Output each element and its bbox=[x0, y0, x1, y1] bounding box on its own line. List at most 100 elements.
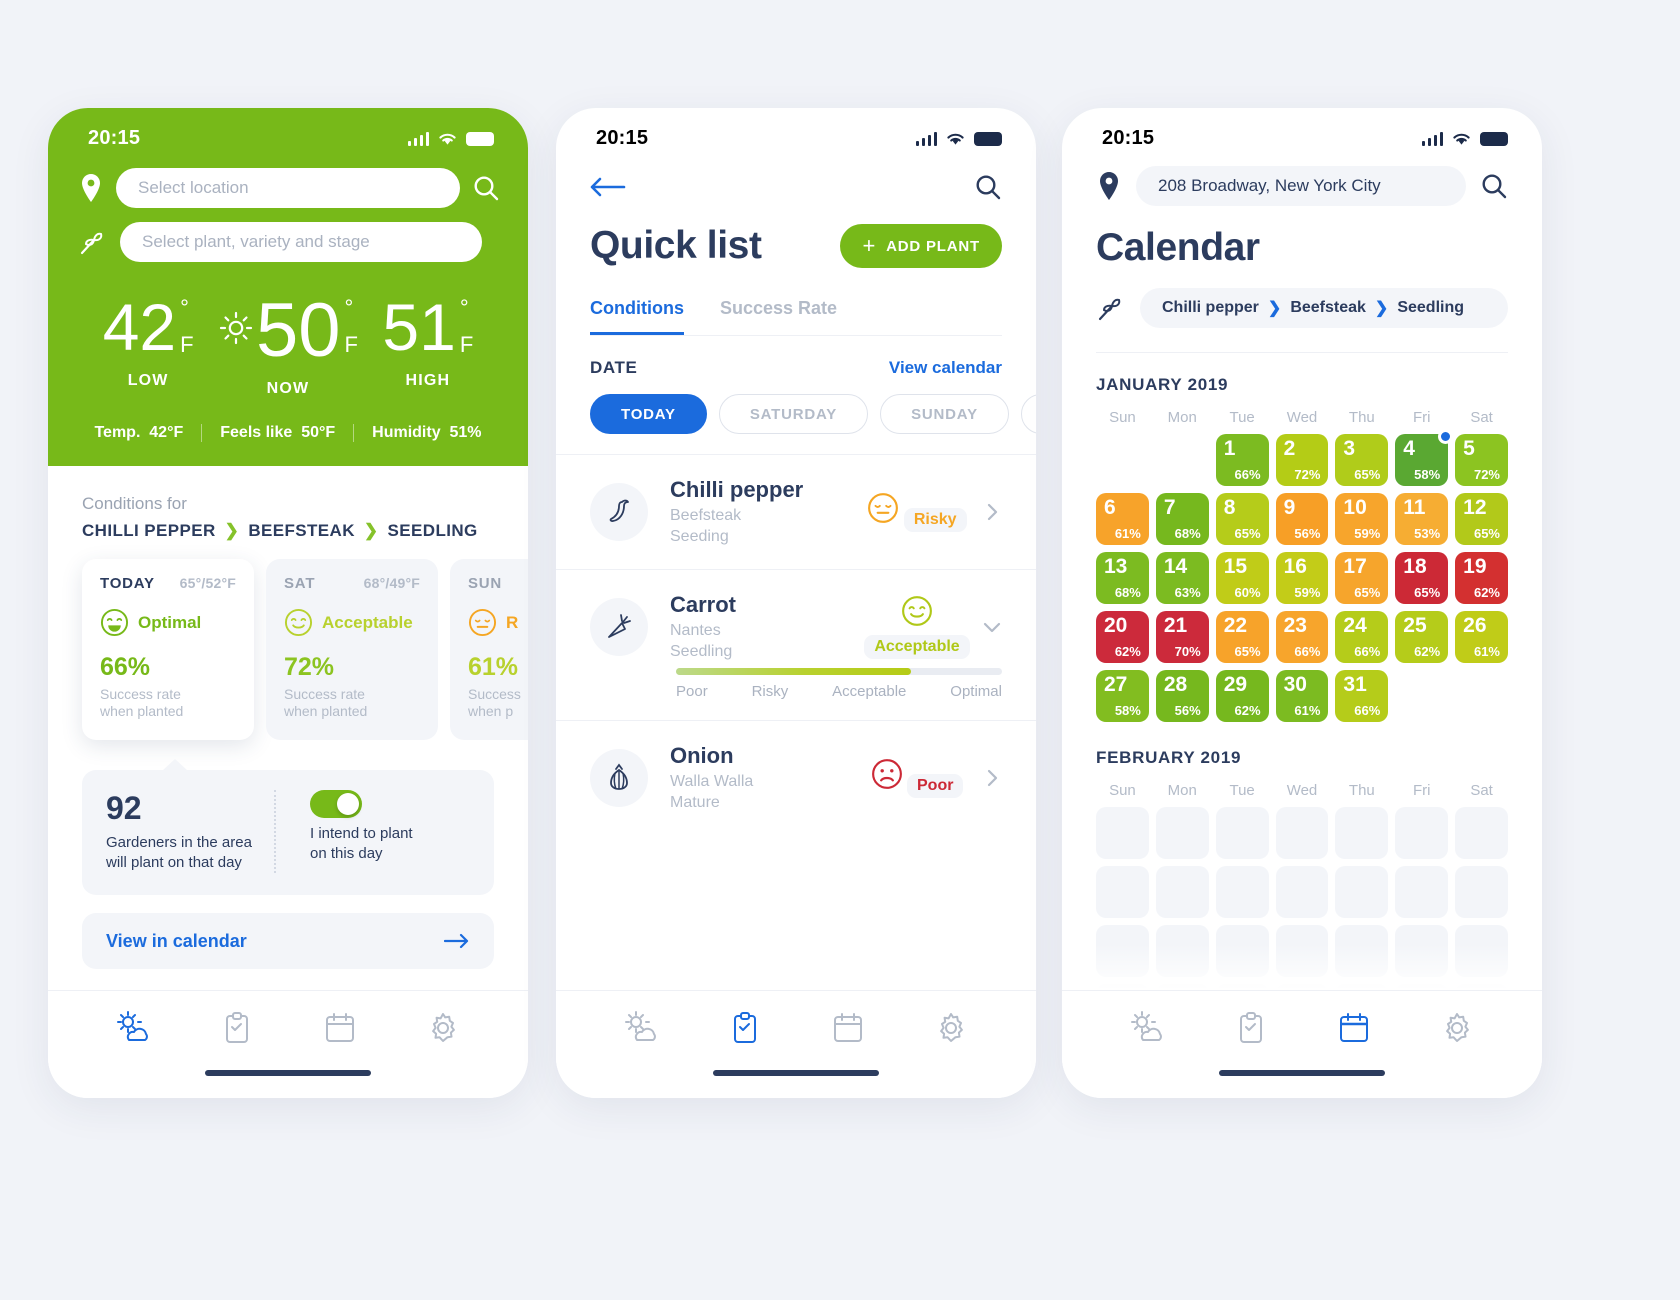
status-badge: Acceptable bbox=[864, 635, 970, 659]
chevron-right-icon: ❯ bbox=[1374, 300, 1389, 317]
calendar-icon[interactable] bbox=[321, 1011, 359, 1045]
status-time: 20:15 bbox=[1102, 126, 1155, 149]
tab-conditions[interactable]: Conditions bbox=[590, 298, 684, 335]
gear-icon[interactable] bbox=[424, 1011, 462, 1045]
calendar-day-cell[interactable]: 21 70% bbox=[1155, 611, 1209, 663]
plant-row-chilli-pepper[interactable]: Chilli pepper Beefsteak Seeding Risky bbox=[556, 454, 1036, 569]
calendar-day-number: 19 bbox=[1463, 555, 1487, 578]
chip-monday[interactable]: M bbox=[1020, 394, 1036, 434]
location-value[interactable]: 208 Broadway, New York City bbox=[1136, 166, 1466, 206]
day-card-sat[interactable]: SAT 68°/49°F Acceptable 72% Success rate… bbox=[266, 559, 438, 740]
calendar-cell-placeholder bbox=[1335, 866, 1389, 918]
day-card-status: Optimal bbox=[138, 612, 202, 632]
view-calendar-link[interactable]: View calendar bbox=[889, 358, 1002, 378]
day-card-sun[interactable]: SUN R 61% Success when p bbox=[450, 559, 528, 740]
sun-cloud-icon[interactable] bbox=[623, 1011, 661, 1045]
sun-icon bbox=[219, 311, 253, 345]
signal-bars-icon bbox=[1421, 131, 1443, 146]
breadcrumb[interactable]: Chilli pepper ❯ Beefsteak ❯ Seedling bbox=[1140, 288, 1508, 328]
chevron-right-icon: ❯ bbox=[363, 521, 379, 540]
view-in-calendar-button[interactable]: View in calendar bbox=[82, 913, 494, 969]
calendar-day-cell[interactable]: 29 62% bbox=[1215, 670, 1269, 722]
calendar-icon[interactable] bbox=[829, 1011, 867, 1045]
calendar-day-cell[interactable]: 7 68% bbox=[1155, 493, 1209, 545]
calendar-day-percent: 72% bbox=[1473, 467, 1500, 482]
calendar-day-cell[interactable]: 4 58% bbox=[1395, 429, 1454, 486]
calendar-day-cell[interactable]: 19 62% bbox=[1455, 552, 1508, 604]
calendar-cell-placeholder bbox=[1215, 807, 1269, 859]
carrot-condition-slider[interactable]: Poor Risky Acceptable Optimal bbox=[556, 668, 1036, 720]
location-row[interactable]: 208 Broadway, New York City bbox=[1096, 162, 1508, 210]
calendar-day-cell[interactable]: 14 63% bbox=[1155, 552, 1209, 604]
tab-success-rate[interactable]: Success Rate bbox=[720, 298, 837, 335]
calendar-day-cell[interactable]: 15 60% bbox=[1215, 552, 1269, 604]
calendar-day-number: 7 bbox=[1163, 496, 1176, 519]
sun-cloud-icon[interactable] bbox=[1129, 1011, 1167, 1045]
calendar-day-cell[interactable]: 25 62% bbox=[1395, 611, 1449, 663]
wifi-icon bbox=[947, 133, 964, 145]
calendar-day-cell[interactable]: 17 65% bbox=[1335, 552, 1389, 604]
sun-cloud-icon[interactable] bbox=[115, 1011, 153, 1045]
battery-icon bbox=[974, 131, 1002, 146]
day-card-label: SUN bbox=[468, 575, 503, 592]
calendar-cell-placeholder bbox=[1275, 807, 1329, 859]
intent-toggle[interactable] bbox=[310, 790, 362, 818]
plant-breadcrumb-row[interactable]: Chilli pepper ❯ Beefsteak ❯ Seedling bbox=[1096, 288, 1508, 353]
search-icon[interactable] bbox=[1480, 172, 1508, 200]
clipboard-icon[interactable] bbox=[1232, 1011, 1270, 1045]
search-icon[interactable] bbox=[974, 173, 1002, 201]
calendar-day-cell[interactable]: 13 68% bbox=[1096, 552, 1149, 604]
calendar-day-cell[interactable]: 24 66% bbox=[1335, 611, 1389, 663]
calendar-day-cell[interactable]: 8 65% bbox=[1215, 493, 1269, 545]
chevron-down-icon[interactable] bbox=[982, 617, 1002, 637]
chevron-right-icon[interactable] bbox=[982, 768, 1002, 788]
gear-icon[interactable] bbox=[1438, 1011, 1476, 1045]
weekday-tue: Tue bbox=[1229, 409, 1255, 426]
plant-row-onion[interactable]: Onion Walla Walla Mature Poor bbox=[556, 720, 1036, 835]
calendar-day-number: 8 bbox=[1223, 496, 1236, 519]
calendar-day-percent: 65% bbox=[1234, 644, 1261, 659]
calendar-day-cell[interactable]: 31 66% bbox=[1335, 670, 1389, 722]
calendar-day-cell[interactable]: 5 72% bbox=[1455, 434, 1508, 486]
add-plant-button[interactable]: + ADD PLANT bbox=[840, 224, 1002, 268]
slider-track[interactable] bbox=[676, 668, 1002, 675]
location-search-row[interactable]: Select location bbox=[48, 168, 528, 208]
calendar-day-cell[interactable]: 11 53% bbox=[1395, 493, 1449, 545]
arrow-left-icon[interactable] bbox=[590, 175, 626, 199]
gear-icon[interactable] bbox=[932, 1011, 970, 1045]
day-card-today[interactable]: TODAY 65°/52°F Optimal 66% Success rate w… bbox=[82, 559, 254, 740]
calendar-day-cell[interactable]: 2 72% bbox=[1275, 434, 1329, 486]
search-icon[interactable] bbox=[472, 174, 500, 202]
calendar-day-cell[interactable]: 26 61% bbox=[1455, 611, 1508, 663]
plant-row-carrot[interactable]: Carrot Nantes Seedling Acceptable bbox=[556, 569, 1036, 668]
calendar-icon[interactable] bbox=[1335, 1011, 1373, 1045]
breadcrumb[interactable]: CHILLI PEPPER ❯ BEEFSTEAK ❯ SEEDLING bbox=[82, 521, 494, 541]
plant-input[interactable]: Select plant, variety and stage bbox=[120, 222, 482, 262]
location-input[interactable]: Select location bbox=[116, 168, 460, 208]
calendar-day-cell[interactable]: 3 65% bbox=[1335, 434, 1389, 486]
calendar-day-cell[interactable]: 23 66% bbox=[1275, 611, 1329, 663]
carrot-icon bbox=[608, 614, 631, 638]
battery-icon bbox=[1480, 131, 1508, 146]
calendar-day-cell[interactable]: 20 62% bbox=[1096, 611, 1149, 663]
calendar-day-cell[interactable]: 16 59% bbox=[1275, 552, 1329, 604]
calendar-day-cell[interactable]: 30 61% bbox=[1275, 670, 1329, 722]
calendar-day-cell[interactable]: 22 65% bbox=[1215, 611, 1269, 663]
chip-saturday[interactable]: SATURDAY bbox=[718, 394, 869, 434]
calendar-day-cell[interactable]: 28 56% bbox=[1155, 670, 1209, 722]
plant-search-row[interactable]: Select plant, variety and stage bbox=[48, 222, 528, 262]
calendar-day-cell[interactable]: 6 61% bbox=[1096, 493, 1149, 545]
chip-sunday[interactable]: SUNDAY bbox=[880, 394, 1009, 434]
calendar-day-cell[interactable]: 10 59% bbox=[1335, 493, 1389, 545]
clipboard-icon[interactable] bbox=[218, 1011, 256, 1045]
weekday-header: Sun Mon Tue Wed Thu Fri Sat bbox=[1062, 395, 1542, 434]
calendar-day-percent: 62% bbox=[1414, 644, 1441, 659]
calendar-day-cell[interactable]: 12 65% bbox=[1455, 493, 1508, 545]
calendar-day-cell[interactable]: 27 58% bbox=[1096, 670, 1149, 722]
clipboard-icon[interactable] bbox=[726, 1011, 764, 1045]
chevron-right-icon[interactable] bbox=[982, 502, 1002, 522]
calendar-day-cell[interactable]: 18 65% bbox=[1395, 552, 1449, 604]
calendar-day-cell[interactable]: 9 56% bbox=[1275, 493, 1329, 545]
chip-today[interactable]: TODAY bbox=[590, 394, 707, 434]
calendar-day-cell[interactable]: 1 66% bbox=[1215, 434, 1269, 486]
